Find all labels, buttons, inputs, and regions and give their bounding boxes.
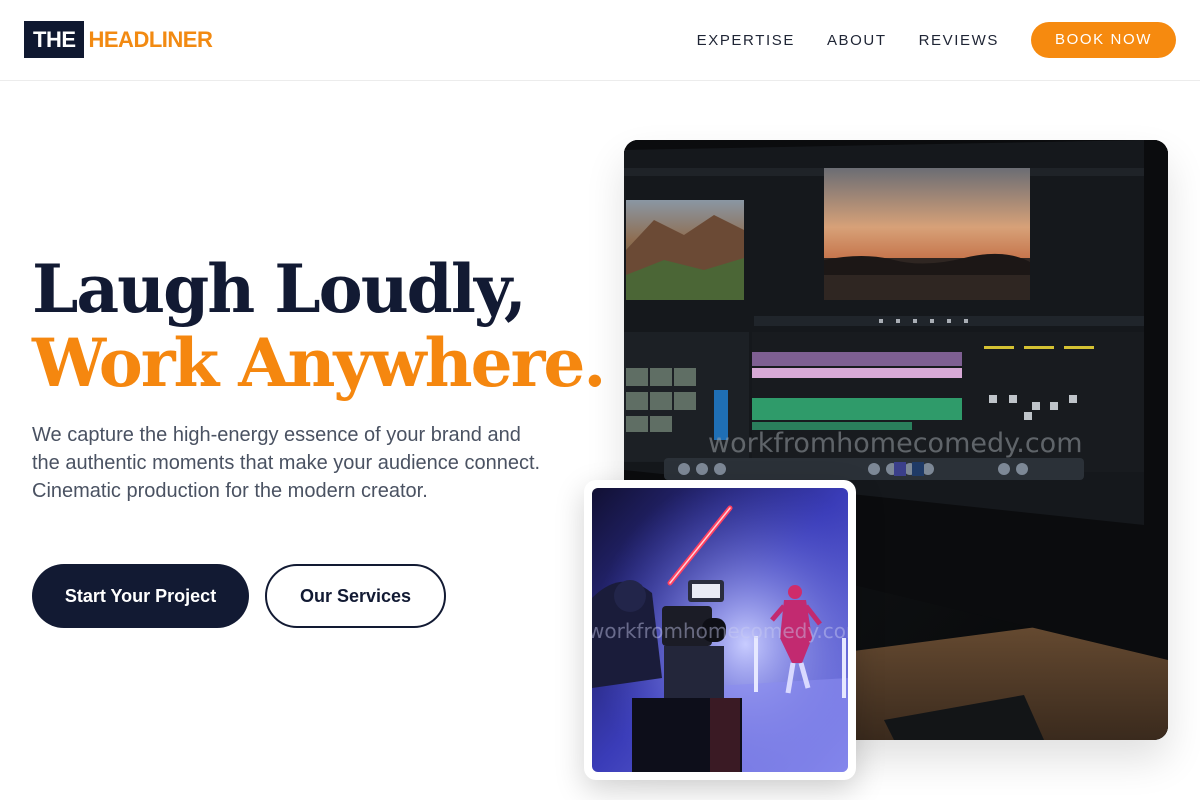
logo[interactable]: THE HEADLINER	[24, 21, 213, 58]
headline-line-2: Work Anywhere.	[32, 324, 606, 402]
nav-expertise[interactable]: EXPERTISE	[697, 32, 795, 49]
site-header: THE HEADLINER EXPERTISE ABOUT REVIEWS BO…	[0, 0, 1200, 81]
start-project-button[interactable]: Start Your Project	[32, 564, 249, 628]
sub-image-watermark: workfromhomecomedy.com	[592, 619, 848, 643]
nav-about[interactable]: ABOUT	[827, 32, 887, 49]
our-services-button[interactable]: Our Services	[265, 564, 446, 628]
film-shoot-image-frame: workfromhomecomedy.com	[584, 480, 856, 780]
logo-the: THE	[24, 21, 84, 58]
book-now-button[interactable]: BOOK NOW	[1031, 22, 1176, 58]
hero-headline: Laugh Loudly, Work Anywhere.	[32, 250, 606, 402]
film-shoot-image: workfromhomecomedy.com	[592, 488, 848, 772]
main-image-watermark: workfromhomecomedy.com	[708, 428, 1083, 459]
film-shoot-illustration: workfromhomecomedy.com	[592, 488, 848, 772]
hero-description: We capture the high-energy essence of yo…	[32, 424, 541, 502]
main-nav: EXPERTISE ABOUT REVIEWS BOOK NOW	[697, 22, 1176, 58]
headline-line-1: Laugh Loudly,	[32, 250, 527, 328]
logo-headliner: HEADLINER	[88, 27, 213, 52]
nav-reviews[interactable]: REVIEWS	[919, 32, 999, 49]
